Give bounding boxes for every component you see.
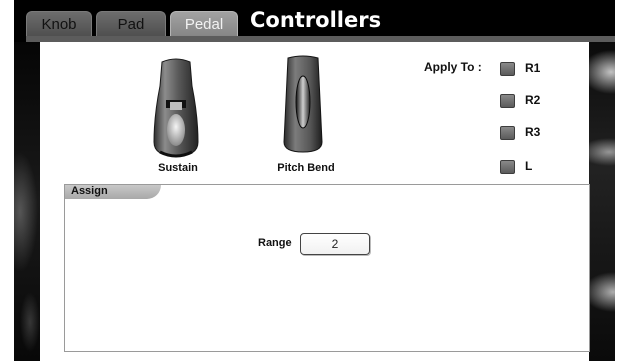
pedal-settings-panel: Sustain Pitch Bend Apply To: R1 R2 R3 L… <box>40 42 590 361</box>
sustain-pedal-button[interactable] <box>152 56 200 165</box>
assign-header: Assign <box>65 185 161 199</box>
right-background-strip <box>589 42 615 361</box>
sustain-pedal-icon <box>153 58 199 158</box>
tab-pedal[interactable]: Pedal <box>170 11 238 36</box>
pitch-bend-label: Pitch Bend <box>277 162 335 174</box>
checkbox-box[interactable] <box>500 62 515 76</box>
checkbox-label: L <box>525 159 533 173</box>
tab-bar: Knob Pad Pedal Controllers <box>14 0 615 42</box>
checkbox-label: R1 <box>525 61 541 75</box>
range-label: Range <box>258 237 292 249</box>
pitch-bend-pedal-icon <box>283 55 323 153</box>
checkbox-box[interactable] <box>500 160 515 174</box>
page-title: Controllers <box>250 8 382 32</box>
apply-to-label: Apply To : <box>424 60 482 74</box>
range-value-field[interactable]: 2 <box>300 233 370 255</box>
left-background-strip <box>14 42 40 361</box>
pitch-bend-pedal-button[interactable] <box>282 54 324 159</box>
assign-title: Assign <box>71 185 108 197</box>
sustain-label: Sustain <box>158 162 198 174</box>
tab-pad[interactable]: Pad <box>96 11 166 36</box>
checkbox-box[interactable] <box>500 126 515 140</box>
assign-section: Assign Range 2 <box>64 184 590 352</box>
checkbox-box[interactable] <box>500 94 515 108</box>
tab-knob[interactable]: Knob <box>26 11 92 36</box>
controllers-screen: Knob Pad Pedal Controllers Sustain Pitch… <box>14 0 615 361</box>
checkbox-label: R3 <box>525 125 541 139</box>
checkbox-label: R2 <box>525 93 541 107</box>
